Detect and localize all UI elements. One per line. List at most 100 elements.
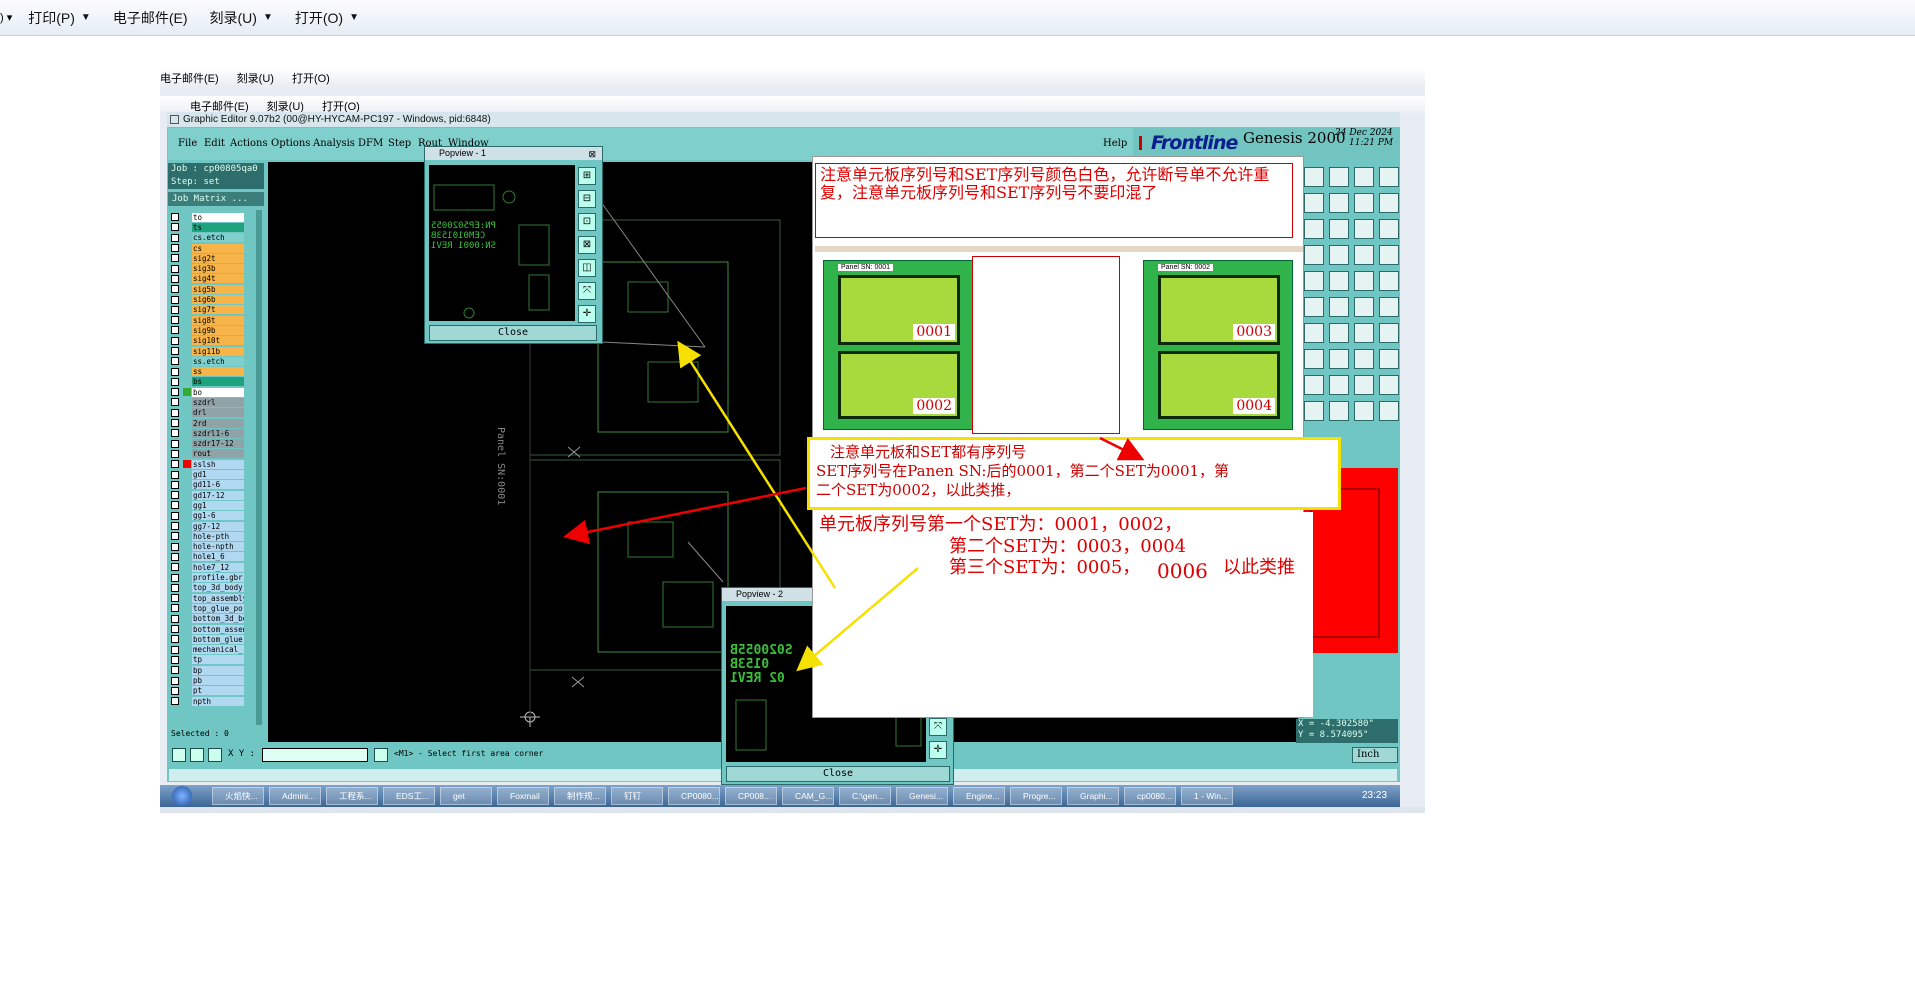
taskbar-item[interactable]: Genesi... <box>896 787 948 805</box>
layer-row[interactable]: szdrl <box>168 397 248 407</box>
triangle-b-icon[interactable] <box>1354 323 1374 343</box>
pen-icon[interactable] <box>1304 245 1324 265</box>
zoom-fit-icon[interactable]: ⤧ <box>578 282 596 300</box>
layer-checkbox[interactable] <box>171 398 179 407</box>
lock-icon[interactable] <box>1354 167 1374 187</box>
arrange-icon[interactable] <box>1329 193 1349 213</box>
taskbar-item[interactable]: CAM_G... <box>782 787 834 805</box>
text-icon[interactable] <box>1379 297 1399 317</box>
layer-row[interactable]: 2rd <box>168 418 248 428</box>
triangle-alt-icon[interactable] <box>1329 323 1349 343</box>
layer-checkbox[interactable] <box>171 614 179 623</box>
layer-checkbox[interactable] <box>171 532 179 541</box>
layer-checkbox[interactable] <box>171 594 179 603</box>
panel-icon[interactable] <box>1379 375 1399 395</box>
layer-row[interactable]: drl <box>168 408 248 418</box>
taskbar-item[interactable]: CP0080... <box>668 787 720 805</box>
layer-row[interactable]: top_glue_po <box>168 603 248 613</box>
popview-1-view[interactable]: PN:EP5020055 CEM010153B SN:0001 REV1 <box>429 165 575 321</box>
layer-icon[interactable] <box>1379 219 1399 239</box>
layer-checkbox[interactable] <box>171 635 179 644</box>
menu-analysis[interactable]: Analysis <box>313 138 355 149</box>
menu-options[interactable]: Options <box>271 138 310 149</box>
layer-row[interactable]: gd11-6 <box>168 480 248 490</box>
layer-checkbox[interactable] <box>171 522 179 531</box>
layer-row[interactable]: cs.etch <box>168 233 248 243</box>
menu-actions[interactable]: Actions <box>230 138 268 149</box>
layer-row[interactable]: top_3d_body <box>168 583 248 593</box>
layer-checkbox[interactable] <box>171 563 179 572</box>
layer-row[interactable]: pb <box>168 675 248 685</box>
layer-checkbox[interactable] <box>171 357 179 366</box>
layer-row[interactable]: sig11b <box>168 346 248 356</box>
pointer-icon[interactable] <box>1304 349 1324 369</box>
layer-row[interactable]: profile.gbr <box>168 572 248 583</box>
taskbar-item[interactable]: cp0080... <box>1124 787 1176 805</box>
layer-checkbox[interactable] <box>171 676 179 685</box>
layer-row[interactable]: rout <box>168 449 248 459</box>
fit-icon[interactable]: ⊠ <box>578 236 596 254</box>
burn-menu[interactable]: 刻录(U) ▼ <box>210 8 273 28</box>
layer-checkbox[interactable] <box>171 244 179 253</box>
copy-icon[interactable]: ◫ <box>578 259 596 277</box>
layer-row[interactable]: cs <box>168 243 248 253</box>
job-matrix-button[interactable]: Job Matrix ... <box>168 192 264 206</box>
layer-row[interactable]: gg7-12 <box>168 521 248 531</box>
cross-icon[interactable] <box>190 748 204 762</box>
layer-row[interactable]: gg1-6 <box>168 511 248 521</box>
layer-checkbox[interactable] <box>171 625 179 634</box>
inner-burn[interactable]: 刻录(U) <box>237 70 274 86</box>
lock-icon[interactable] <box>1354 375 1374 395</box>
layer-checkbox[interactable] <box>171 697 179 706</box>
popview-1-close-button[interactable]: Close <box>429 325 597 341</box>
layer-checkbox[interactable] <box>171 316 179 325</box>
layer-checkbox[interactable] <box>171 285 179 294</box>
email-menu[interactable]: 电子邮件(E) <box>113 8 188 28</box>
layer-row[interactable]: sig8t <box>168 315 248 325</box>
triangle-c-icon[interactable] <box>1379 323 1399 343</box>
center-icon[interactable]: ✛ <box>929 741 947 759</box>
layer-row[interactable]: ss <box>168 366 248 377</box>
layer-row[interactable]: top_assembly <box>168 593 248 603</box>
layer-row[interactable]: hole-npth <box>168 542 248 552</box>
layer-checkbox[interactable] <box>171 254 179 263</box>
center-icon[interactable]: ✛ <box>578 305 596 323</box>
layer-row[interactable]: sslsh <box>168 459 248 469</box>
delete-icon[interactable] <box>1304 271 1324 291</box>
layer-row[interactable]: to <box>168 212 248 222</box>
layer-row[interactable]: sig9b <box>168 325 248 335</box>
layer-checkbox[interactable] <box>171 264 179 273</box>
layer-checkbox[interactable] <box>171 645 179 654</box>
layer-row[interactable]: sig10t <box>168 336 248 346</box>
layer-checkbox[interactable] <box>171 480 179 489</box>
layer-row[interactable]: pt <box>168 686 248 696</box>
inner-email[interactable]: 电子邮件(E) <box>160 70 219 86</box>
layer-row[interactable]: sig7t <box>168 305 248 315</box>
taskbar-item[interactable]: get <box>440 787 492 805</box>
taskbar-item[interactable]: Foxmail <box>497 787 549 805</box>
taskbar-item[interactable]: CP008... <box>725 787 777 805</box>
layer-row[interactable]: szdr17-12 <box>168 439 248 449</box>
start-button[interactable] <box>172 786 192 806</box>
popview-2-close-button[interactable]: Close <box>726 766 950 782</box>
triangle-icon[interactable] <box>1304 323 1324 343</box>
cursor-icon[interactable] <box>1329 167 1349 187</box>
layer-row[interactable]: gg1 <box>168 500 248 510</box>
close-icon[interactable]: ⊠ <box>588 148 596 161</box>
zoom-icon[interactable] <box>1304 219 1324 239</box>
layer-row[interactable]: bottom_glue <box>168 634 248 644</box>
taskbar-item[interactable]: Engine... <box>953 787 1005 805</box>
node-icon[interactable] <box>1329 271 1349 291</box>
layer-row[interactable]: bottom_assen <box>168 624 248 634</box>
layer-checkbox[interactable] <box>171 655 179 664</box>
taskbar-item[interactable]: 火焰快... <box>212 787 264 805</box>
layer-checkbox[interactable] <box>171 295 179 304</box>
poly-icon[interactable] <box>1329 245 1349 265</box>
layer-row[interactable]: bs <box>168 377 248 387</box>
layer-checkbox[interactable] <box>171 233 179 242</box>
layer-row[interactable]: szdrl1-6 <box>168 428 248 438</box>
layer-checkbox[interactable] <box>171 336 179 345</box>
circle-icon[interactable] <box>1379 245 1399 265</box>
pan-icon[interactable]: ⊡ <box>578 213 596 231</box>
layer-checkbox[interactable] <box>171 604 179 613</box>
